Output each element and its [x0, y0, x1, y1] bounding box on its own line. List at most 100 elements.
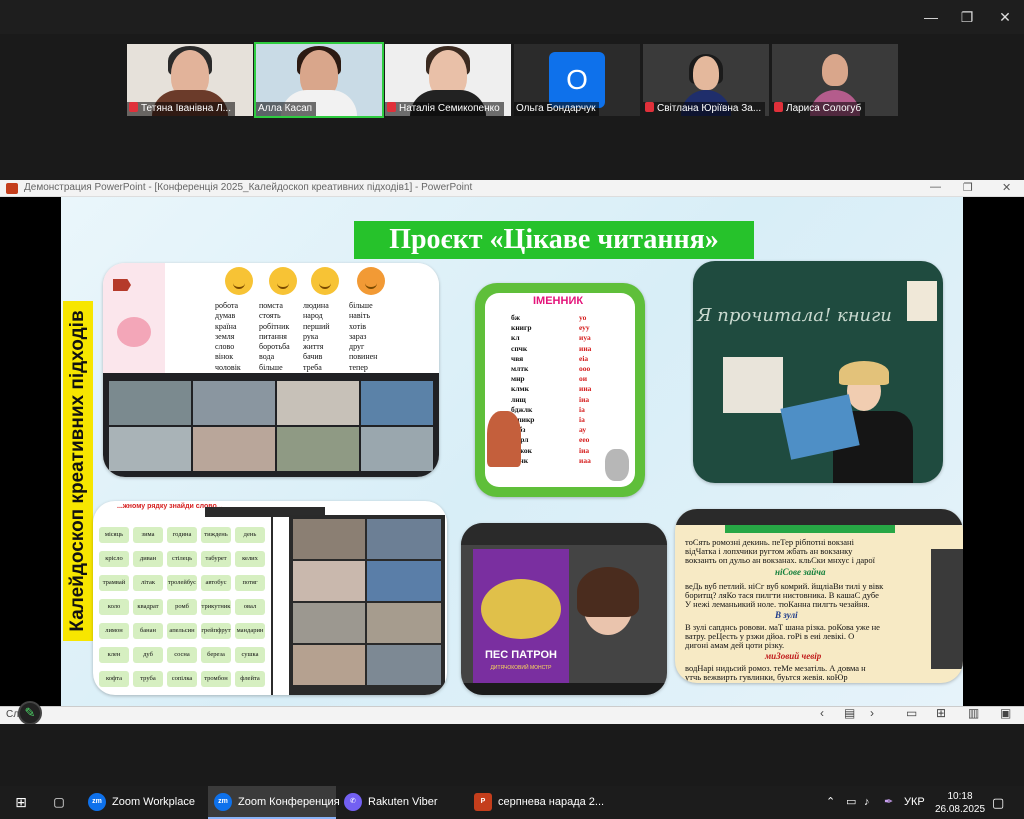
video-tile — [293, 603, 365, 643]
nouns-inner: ІМЕННИК бж уо книгр еуу кл иуа спчк ииа чвя еіа мл… — [485, 293, 635, 487]
minimize-icon[interactable]: — — [920, 6, 942, 28]
word-cell: банан — [133, 623, 163, 639]
slide: Проєкт «Цікаве читання» Калейдоскоп креа… — [61, 197, 963, 706]
normal-view-icon[interactable]: ▭ — [906, 706, 917, 720]
notifications-icon[interactable]: ▢ — [992, 786, 1004, 819]
noun-word: клмк — [511, 384, 529, 394]
bunny-illustration — [605, 449, 629, 481]
word-cell: тромбон — [201, 671, 231, 687]
network-icon[interactable]: ▭ — [846, 786, 856, 819]
board-text: Я прочитала! книги — [697, 305, 892, 326]
zoom-icon: zm — [214, 793, 232, 812]
pen-tray-icon[interactable]: ✒ — [884, 786, 893, 819]
taskbar-item-powerpoint[interactable]: Pсерпнева нарада 2... — [470, 786, 604, 819]
reading-view-icon[interactable]: ▥ — [968, 706, 979, 720]
poster — [907, 281, 937, 321]
tray-chevron-icon[interactable]: ⌃ — [826, 786, 835, 819]
pp-close-icon[interactable]: ✕ — [1002, 181, 1011, 194]
word-cell: коло — [99, 599, 129, 615]
windows-start-icon[interactable]: ⊞ — [10, 786, 32, 819]
volume-icon[interactable]: ♪ — [864, 786, 870, 819]
word-cell: клен — [99, 647, 129, 663]
pen-icon[interactable]: ✎ — [18, 701, 42, 725]
noun-suffix: еіа — [579, 353, 589, 363]
noun-suffix: ииа — [579, 384, 592, 394]
nouns-title: ІМЕННИК — [533, 295, 584, 307]
powerpoint-window-title: Демонстрация PowerPoint - [Конференція 2… — [24, 182, 473, 193]
next-slide-icon[interactable]: › — [870, 706, 874, 720]
table-column: робота думав країна земля слово вінок чоловік — [215, 301, 241, 372]
video-tile — [293, 645, 365, 685]
zoom-title-bar: — ❐ ✕ — [0, 0, 1024, 34]
word-cell: трамвай — [99, 575, 129, 591]
video-grid — [289, 515, 445, 695]
text-heading: миЗовий чевір — [765, 651, 822, 661]
word-cell: апельсин — [167, 623, 197, 639]
prev-slide-icon[interactable]: ‹ — [820, 706, 824, 720]
pp-minimize-icon[interactable]: — — [930, 181, 941, 193]
word-cell: дуб — [133, 647, 163, 663]
video-tile — [277, 427, 359, 471]
text-heading: В зулі — [775, 610, 798, 620]
participant-strip: Тетяна Іванівна Л... Алла Касап Наталія … — [0, 34, 1024, 180]
video-tile — [367, 645, 441, 685]
participant-name: Алла Касап — [256, 102, 317, 116]
mic-muted-icon — [645, 102, 654, 112]
word-grid-card: ...жному рядку знайди слово... місяць зим… — [93, 501, 447, 695]
kiss-emoji-icon — [357, 267, 385, 295]
participant-tile[interactable]: Світлана Юріївна За... — [643, 44, 769, 116]
taskbar-item-zoom-conference[interactable]: zm Zoom Конференция — [208, 786, 340, 819]
participant-tile[interactable]: О Ольга Бондарчук — [514, 44, 640, 116]
taskbar-item-viber[interactable]: ✆ Rakuten Viber — [340, 786, 464, 819]
word-cell: крісло — [99, 551, 129, 567]
clock-time: 10:18 — [947, 791, 973, 802]
video-controls — [461, 683, 667, 695]
powerpoint-icon: P — [474, 793, 492, 812]
noun-suffix: іа — [579, 404, 585, 414]
noun-suffix: иаа — [579, 455, 591, 465]
book-subtitle: ДИТЯЧОКОВИЙ МОНСТР — [490, 665, 552, 671]
table-column: більше навіть хотів зараз друг повинен тепер — [349, 301, 378, 372]
hare-picture — [723, 357, 783, 413]
slide-notes-icon[interactable]: ▤ — [844, 706, 855, 720]
word-cell: потяг — [235, 575, 265, 591]
mic-muted-icon — [774, 102, 783, 112]
word-cell: флейта — [235, 671, 265, 687]
participant-name: Світлана Юріївна За... — [643, 102, 766, 116]
table-column: людина народ перший рука життя бачив треба — [303, 301, 330, 372]
word-cell: день — [235, 527, 265, 543]
word-cell: літак — [133, 575, 163, 591]
word-cell: квадрат — [133, 599, 163, 615]
clock[interactable]: 10:18 26.08.2025 — [930, 790, 990, 816]
video-tile — [293, 561, 365, 601]
arrow-shape — [113, 279, 131, 291]
word-cell: тиждень — [201, 527, 231, 543]
text-line: У нежі леманьикий ноле. тюКанна пилгть ч… — [685, 599, 870, 609]
slide-sorter-icon[interactable]: ⊞ — [936, 706, 946, 720]
participant-tile[interactable]: Наталія Семикопенко — [385, 44, 511, 116]
maximize-icon[interactable]: ❐ — [956, 6, 978, 28]
participant-face — [693, 56, 719, 90]
video-side-strip — [931, 549, 963, 669]
participant-tile-active[interactable]: Алла Касап — [254, 42, 384, 118]
close-icon[interactable]: ✕ — [994, 6, 1016, 28]
surprised-emoji-icon — [311, 267, 339, 295]
pp-restore-icon[interactable]: ❐ — [963, 181, 973, 194]
pig-icon — [117, 317, 151, 347]
word-cell: автобус — [201, 575, 231, 591]
viber-icon: ✆ — [344, 793, 362, 812]
slide-title: Проєкт «Цікаве читання» — [354, 221, 754, 259]
word-cell: овал — [235, 599, 265, 615]
participant-tile[interactable]: Лариса Сологуб — [772, 44, 898, 116]
taskbar-item-zoom-workplace[interactable]: zm Zoom Workplace — [84, 786, 202, 819]
participant-tile[interactable]: Тетяна Іванівна Л... — [127, 44, 253, 116]
table-column: помста стоять робітник питання боротьба вода б… — [259, 301, 290, 372]
task-view-icon[interactable]: ▢ — [48, 786, 70, 819]
language-indicator[interactable]: УКР — [904, 786, 925, 819]
child-hair — [577, 567, 639, 617]
slideshow-icon[interactable]: ▣ — [1000, 706, 1011, 720]
noun-word: лнщ — [511, 394, 526, 404]
noun-suffix: ииа — [579, 343, 592, 353]
video-tile — [193, 427, 275, 471]
word-cell: келих — [235, 551, 265, 567]
